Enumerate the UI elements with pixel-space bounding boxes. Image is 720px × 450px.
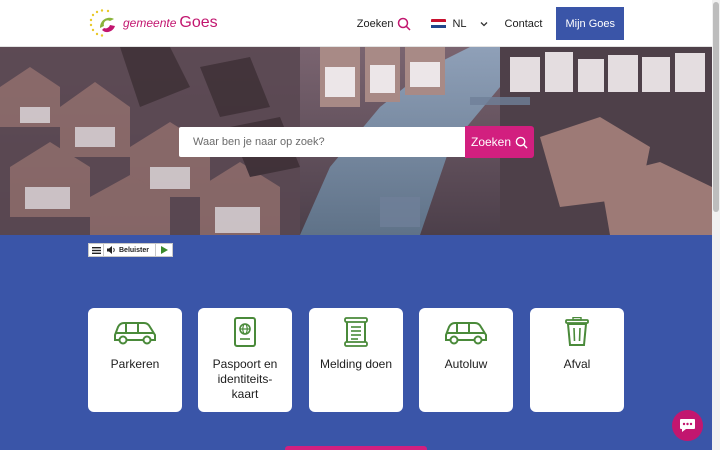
- tile-label: Afval: [563, 357, 591, 371]
- tile-autoluw[interactable]: Autoluw: [419, 308, 513, 412]
- chat-bubble-icon: [680, 419, 695, 432]
- logo-icon: [89, 9, 115, 37]
- tile-parkeren[interactable]: Parkeren: [88, 308, 182, 412]
- page-scrollbar[interactable]: [712, 0, 720, 450]
- tile-melding[interactable]: Melding doen: [309, 308, 403, 412]
- speaker-icon: [107, 246, 115, 254]
- scrollbar-thumb[interactable]: [713, 2, 719, 212]
- search-icon: [515, 136, 528, 149]
- cta-button-partial[interactable]: [285, 446, 427, 450]
- hero-search-button-label: Zoeken: [470, 135, 512, 149]
- language-selector[interactable]: NL: [419, 0, 496, 47]
- tile-label: Melding doen: [319, 357, 393, 371]
- hero-search-input[interactable]: [179, 127, 465, 157]
- tile-label: Autoluw: [444, 357, 488, 371]
- hero-banner: Zoeken: [0, 47, 712, 235]
- tile-paspoort[interactable]: Paspoort en identiteits-kaart: [198, 308, 292, 412]
- chat-button[interactable]: [672, 410, 703, 441]
- site-logo[interactable]: gemeente Goes: [88, 8, 218, 38]
- tile-label: Parkeren: [110, 357, 160, 371]
- report-icon: [344, 317, 368, 347]
- play-icon: [160, 246, 168, 254]
- mijn-goes-button[interactable]: Mijn Goes: [556, 7, 624, 40]
- readspeaker-listen-label: Beluister: [119, 246, 149, 254]
- menu-icon: [91, 246, 101, 254]
- main-nav: Zoeken NL Contact Mijn Goes: [349, 0, 624, 47]
- logo-text-small: gemeente: [123, 16, 177, 30]
- readspeaker-toolbar: Beluister: [88, 243, 173, 257]
- readspeaker-menu-button[interactable]: [89, 244, 104, 256]
- car-icon: [114, 322, 156, 345]
- site-header: gemeente Goes Zoeken NL Contact Mijn Goe…: [0, 0, 712, 47]
- logo-text-big: Goes: [179, 14, 218, 31]
- readspeaker-listen-button[interactable]: Beluister: [104, 244, 156, 256]
- passport-icon: [234, 317, 256, 347]
- nav-search-label: Zoeken: [356, 17, 394, 30]
- readspeaker-play-button[interactable]: [156, 244, 172, 256]
- nav-search-button[interactable]: Zoeken: [349, 0, 420, 47]
- language-label: NL: [452, 17, 467, 30]
- trash-icon: [565, 317, 589, 346]
- search-icon: [398, 17, 412, 31]
- tile-label: Paspoort en identiteits-kaart: [212, 357, 278, 401]
- car-icon: [445, 322, 487, 345]
- tile-afval[interactable]: Afval: [530, 308, 624, 412]
- nav-contact-link[interactable]: Contact: [497, 0, 551, 47]
- dutch-flag-icon: [431, 18, 447, 29]
- chevron-down-icon: [480, 21, 488, 26]
- hero-search-button[interactable]: Zoeken: [465, 126, 534, 158]
